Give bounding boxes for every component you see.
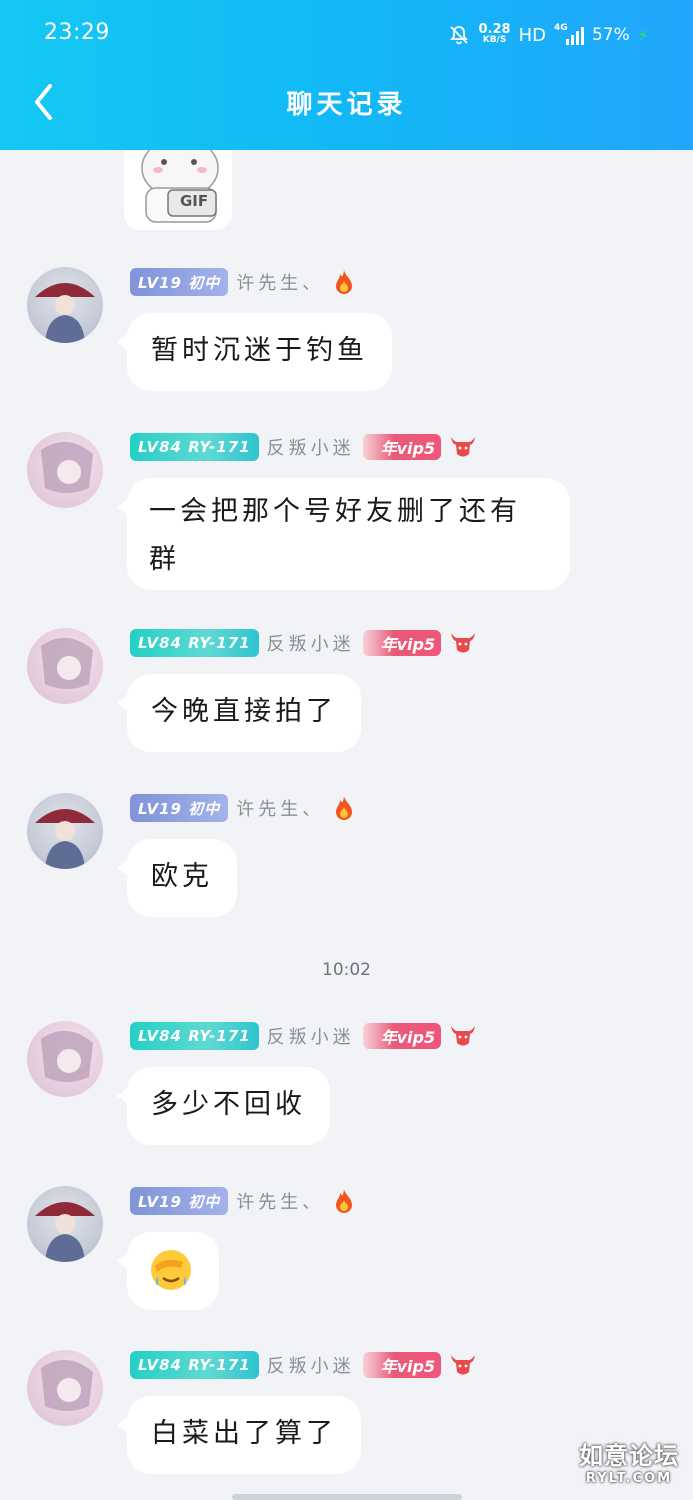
sender-name[interactable]: 许先生、 xyxy=(236,269,324,295)
gif-label: GIF xyxy=(180,192,209,210)
net-speed-value: 0.28 xyxy=(478,22,511,37)
ox-icon xyxy=(451,1355,476,1375)
fire-icon xyxy=(336,796,353,820)
message-bubble[interactable]: 暂时沉迷于钓鱼 xyxy=(117,313,392,391)
signal-icon: 4G xyxy=(554,23,584,47)
watermark: 如意论坛 RYLT.COM xyxy=(579,1436,679,1486)
sender-meta: LV84 RY-171 反叛小迷 年vip5 xyxy=(130,1350,477,1380)
avatar[interactable] xyxy=(27,1186,103,1262)
vip-badge: 年vip5 xyxy=(362,1352,442,1378)
message-bubble[interactable] xyxy=(117,1232,219,1310)
avatar[interactable] xyxy=(27,628,103,704)
avatar[interactable] xyxy=(27,1350,103,1426)
level-badge: LV19 初中 xyxy=(130,1187,229,1215)
level-badge: LV84 RY-171 xyxy=(130,1351,259,1379)
fire-icon xyxy=(336,270,353,294)
sender-meta: LV19 初中 许先生、 xyxy=(130,793,356,823)
sender-meta: LV19 初中 许先生、 xyxy=(130,1186,356,1216)
gif-sticker[interactable]: GIF xyxy=(124,150,232,230)
watermark-url: RYLT.COM xyxy=(585,1471,673,1486)
panda-sticker-image xyxy=(141,150,219,223)
message-bubble[interactable]: 今晚直接拍了 xyxy=(117,674,361,752)
vip-badge: 年vip5 xyxy=(362,434,442,460)
sender-meta: LV84 RY-171 反叛小迷 年vip5 xyxy=(130,432,477,462)
sender-meta: LV19 初中 许先生、 xyxy=(130,267,356,297)
avatar[interactable] xyxy=(27,793,103,869)
status-icons: 0.28 KB/S HD 4G 57% ⚡ xyxy=(448,20,649,50)
sender-name[interactable]: 反叛小迷 xyxy=(267,1352,355,1378)
vip-badge: 年vip5 xyxy=(362,1023,442,1049)
chat-history[interactable]: GIF LV19 初中 许先生、 暂时沉迷于钓鱼 LV84 RY-171 反叛小… xyxy=(0,150,693,1500)
sender-name[interactable]: 许先生、 xyxy=(236,1188,324,1214)
battery-level: 57% xyxy=(591,25,630,45)
ox-icon xyxy=(451,437,476,457)
bell-muted-icon xyxy=(450,26,469,45)
facepalm-crying-emoji-icon xyxy=(151,1250,191,1290)
status-bar: 23:29 0.28 KB/S HD 4G 57% ⚡ xyxy=(0,0,693,70)
app-header: 23:29 0.28 KB/S HD 4G 57% ⚡ 聊天记录 xyxy=(0,0,693,150)
home-indicator[interactable] xyxy=(232,1494,462,1500)
ox-icon xyxy=(451,1026,476,1046)
avatar[interactable] xyxy=(27,267,103,343)
level-badge: LV19 初中 xyxy=(130,268,229,296)
fire-icon xyxy=(336,1189,353,1213)
avatar[interactable] xyxy=(27,432,103,508)
sender-name[interactable]: 反叛小迷 xyxy=(267,630,355,656)
avatar[interactable] xyxy=(27,1021,103,1097)
watermark-title: 如意论坛 xyxy=(579,1442,679,1470)
ox-icon xyxy=(451,633,476,653)
vip-badge: 年vip5 xyxy=(362,630,442,656)
sender-name[interactable]: 反叛小迷 xyxy=(267,434,355,460)
level-badge: LV84 RY-171 xyxy=(130,1022,259,1050)
hd-indicator: HD xyxy=(518,24,546,46)
net-speed: 0.28 KB/S xyxy=(478,22,511,46)
message-bubble[interactable]: 欧克 xyxy=(117,839,237,917)
level-badge: LV84 RY-171 xyxy=(130,433,259,461)
time-divider: 10:02 xyxy=(322,960,371,980)
status-time: 23:29 xyxy=(44,20,110,45)
message-bubble[interactable]: 多少不回收 xyxy=(117,1067,330,1145)
page-title: 聊天记录 xyxy=(286,90,407,120)
sender-meta: LV84 RY-171 反叛小迷 年vip5 xyxy=(130,628,477,658)
sender-name[interactable]: 反叛小迷 xyxy=(267,1023,355,1049)
level-badge: LV84 RY-171 xyxy=(130,629,259,657)
net-speed-unit: KB/S xyxy=(482,35,507,45)
sender-name[interactable]: 许先生、 xyxy=(236,795,324,821)
charging-icon: ⚡ xyxy=(637,25,649,45)
message-bubble[interactable]: 一会把那个号好友删了还有群 xyxy=(117,478,570,590)
message-bubble[interactable]: 白菜出了算了 xyxy=(117,1396,361,1474)
sender-meta: LV84 RY-171 反叛小迷 年vip5 xyxy=(130,1021,477,1051)
level-badge: LV19 初中 xyxy=(130,794,229,822)
